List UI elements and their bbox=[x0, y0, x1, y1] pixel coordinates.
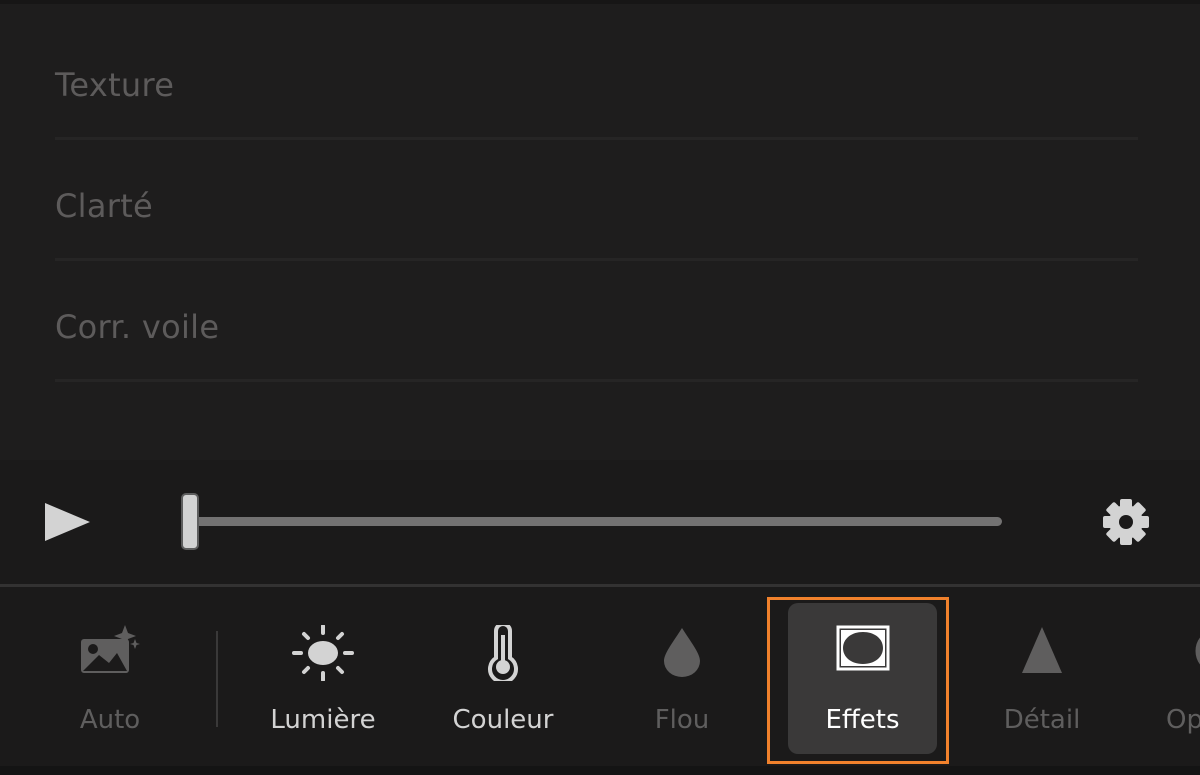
bottom-edge bbox=[0, 766, 1200, 775]
timeline-slider-handle[interactable] bbox=[181, 493, 199, 550]
tool-label: Détail bbox=[1003, 705, 1081, 735]
adjustments-panel: Texture Clarté Corr. voile bbox=[0, 4, 1200, 460]
gear-icon bbox=[1103, 499, 1149, 545]
selection-highlight bbox=[767, 597, 949, 764]
sun-icon bbox=[292, 625, 354, 681]
tool-optique[interactable]: Op bbox=[1163, 587, 1200, 767]
play-icon bbox=[45, 503, 90, 541]
playback-bar bbox=[0, 460, 1200, 584]
tool-label: Op bbox=[1166, 705, 1200, 735]
tool-label: Lumière bbox=[270, 705, 376, 735]
adjustment-label: Texture bbox=[55, 66, 175, 104]
tool-flou[interactable]: Flou bbox=[612, 587, 752, 767]
circle-icon bbox=[1195, 637, 1200, 665]
adjustment-texture[interactable]: Texture bbox=[55, 19, 1138, 140]
adjustment-label: Corr. voile bbox=[55, 308, 220, 346]
drop-icon bbox=[664, 628, 700, 677]
auto-image-sparkle-icon bbox=[81, 625, 140, 673]
tool-bar: Auto Lumière Couleur Flou Effets Détail … bbox=[0, 587, 1200, 767]
divider bbox=[55, 379, 1138, 382]
triangle-icon bbox=[1022, 627, 1062, 673]
timeline-slider-track[interactable] bbox=[188, 517, 1002, 526]
tool-label: Couleur bbox=[452, 705, 554, 735]
adjustment-label: Clarté bbox=[55, 187, 154, 225]
play-button[interactable] bbox=[44, 500, 92, 546]
adjustment-corr-voile[interactable]: Corr. voile bbox=[55, 261, 1138, 382]
tool-label: Flou bbox=[654, 705, 710, 735]
tool-couleur[interactable]: Couleur bbox=[433, 587, 573, 767]
tool-auto[interactable]: Auto bbox=[40, 587, 180, 767]
tool-label: Auto bbox=[79, 705, 141, 735]
thermometer-icon bbox=[488, 625, 518, 681]
adjustment-clarte[interactable]: Clarté bbox=[55, 140, 1138, 261]
tool-detail[interactable]: Détail bbox=[972, 587, 1112, 767]
settings-button[interactable] bbox=[1100, 499, 1152, 545]
tool-lumiere[interactable]: Lumière bbox=[248, 587, 398, 767]
divider bbox=[216, 631, 218, 727]
